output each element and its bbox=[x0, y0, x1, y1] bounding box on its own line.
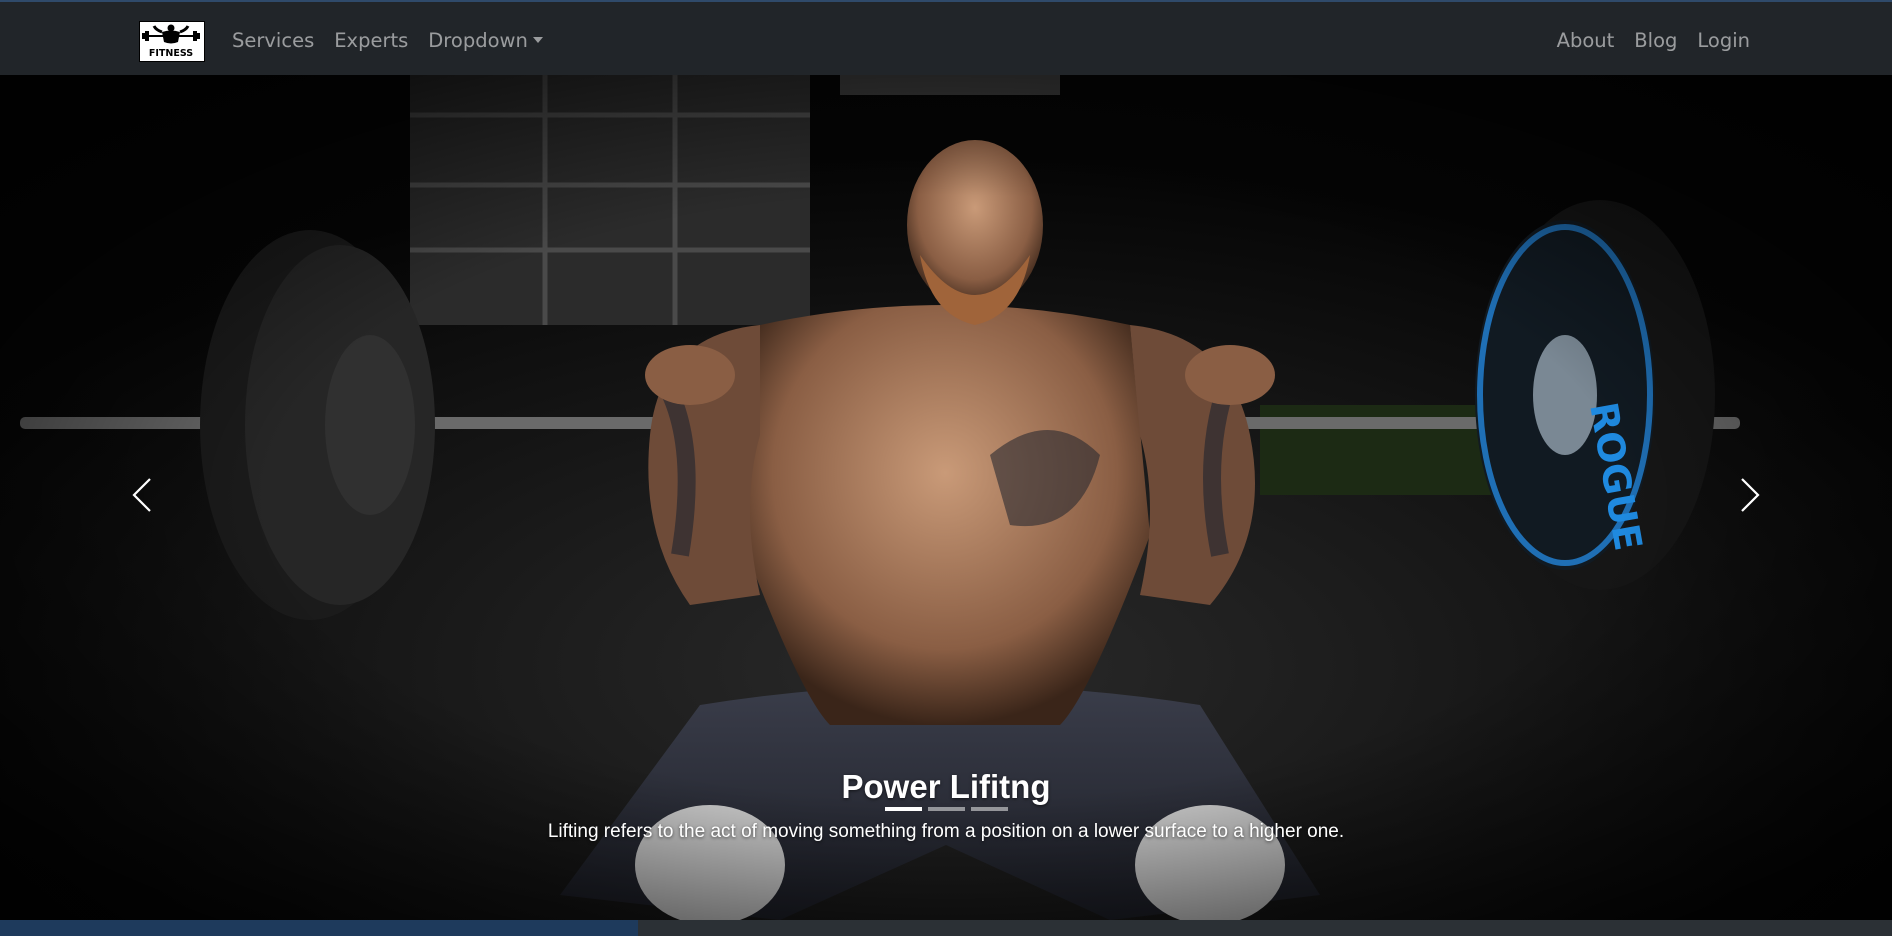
nav-link-about[interactable]: About bbox=[1557, 26, 1615, 56]
nav-link-blog[interactable]: Blog bbox=[1634, 26, 1677, 56]
dumbbell-bodybuilder-icon: FITNESS bbox=[140, 22, 202, 59]
nav-dropdown-label: Dropdown bbox=[428, 29, 528, 52]
nav-dropdown-toggle[interactable]: Dropdown bbox=[428, 26, 543, 56]
carousel-caption: Power Lifitng Lifting refers to the act … bbox=[284, 766, 1608, 846]
navbar: FITNESS Services Experts Dropdown About … bbox=[0, 2, 1892, 75]
slide-text: Lifting refers to the act of moving some… bbox=[547, 821, 1345, 842]
slide-title: Power Lifitng bbox=[841, 768, 1051, 805]
bottom-progress-fill bbox=[0, 920, 638, 936]
carousel-next-button[interactable] bbox=[1608, 75, 1892, 920]
caret-down-icon bbox=[532, 37, 543, 43]
nav-link-services[interactable]: Services bbox=[232, 26, 314, 56]
carousel-indicator-3[interactable] bbox=[970, 807, 1008, 811]
nav-left: Services Experts Dropdown bbox=[232, 26, 563, 56]
carousel-prev-button[interactable] bbox=[0, 75, 284, 920]
chevron-left-icon bbox=[132, 478, 151, 512]
carousel-indicator-1[interactable] bbox=[884, 807, 922, 811]
hero-carousel: ROGUE Power Lifitng Lifting refer bbox=[0, 75, 1892, 920]
bottom-progress-strip bbox=[0, 920, 1892, 936]
carousel-indicator-2[interactable] bbox=[927, 807, 965, 811]
nav-link-login[interactable]: Login bbox=[1697, 26, 1750, 56]
nav-link-experts[interactable]: Experts bbox=[334, 26, 408, 56]
brand-logo[interactable]: FITNESS bbox=[139, 21, 205, 62]
nav-right: About Blog Login bbox=[1537, 26, 1750, 56]
chevron-right-icon bbox=[1741, 478, 1760, 512]
carousel-indicators bbox=[0, 807, 1892, 811]
brand-text: FITNESS bbox=[149, 48, 193, 59]
